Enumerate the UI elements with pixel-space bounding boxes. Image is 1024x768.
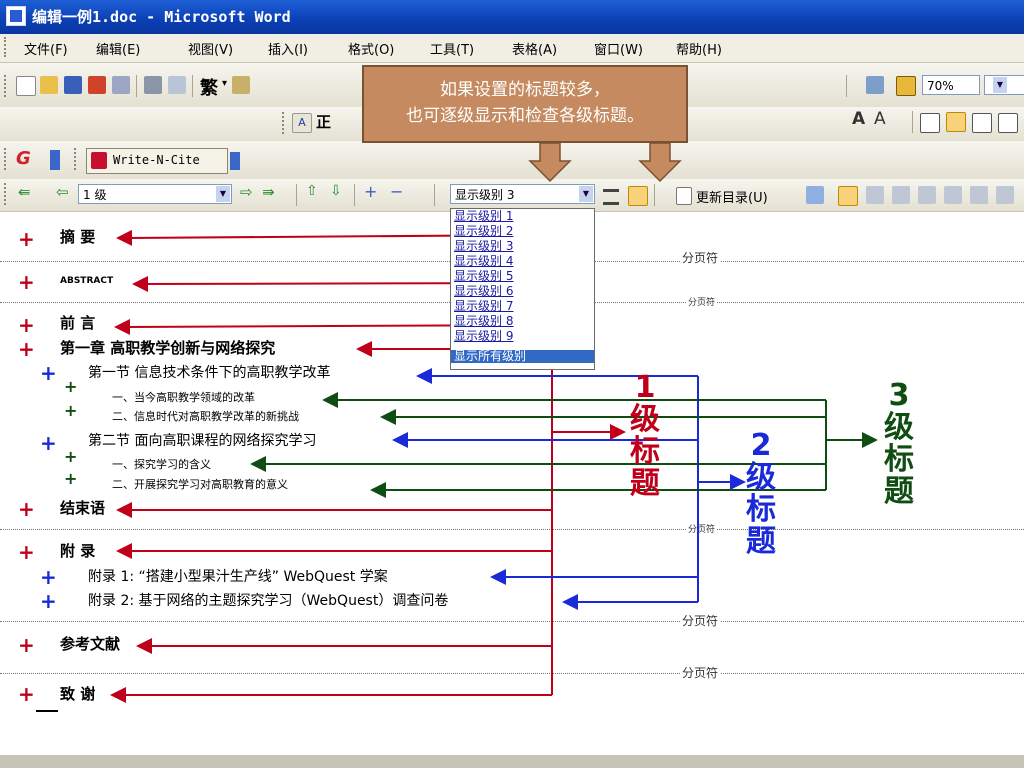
level-option-3[interactable]: 显示级别 3: [454, 240, 513, 253]
callout-box: 如果设置的标题较多， 也可逐级显示和检查各级标题。: [362, 65, 688, 143]
callout-line2: 也可逐级显示和检查各级标题。: [406, 106, 644, 126]
level-option-9[interactable]: 显示级别 9: [454, 330, 513, 343]
level2-label-text: 2级标题: [746, 428, 776, 559]
level-option-4[interactable]: 显示级别 4: [454, 255, 513, 268]
level1-label: 1级标题: [628, 372, 662, 500]
show-level-dropdown-list: 显示级别 1 显示级别 2 显示级别 3 显示级别 4 显示级别 5 显示级别 …: [450, 208, 595, 370]
callout-pointer: [528, 143, 682, 183]
level-option-5[interactable]: 显示级别 5: [454, 270, 513, 283]
level-option-2[interactable]: 显示级别 2: [454, 225, 513, 238]
level-option-all[interactable]: 显示所有级别: [451, 350, 594, 363]
level3-label: 3级标题: [882, 380, 916, 508]
level2-label: 2级标题: [744, 430, 778, 558]
level-option-7[interactable]: 显示级别 7: [454, 300, 513, 313]
level1-label-text: 1级标题: [630, 370, 660, 501]
callout-line1: 如果设置的标题较多，: [440, 80, 610, 100]
level3-label-text: 3级标题: [884, 378, 914, 509]
level-option-8[interactable]: 显示级别 8: [454, 315, 513, 328]
level-option-6[interactable]: 显示级别 6: [454, 285, 513, 298]
level-option-1[interactable]: 显示级别 1: [454, 210, 513, 223]
